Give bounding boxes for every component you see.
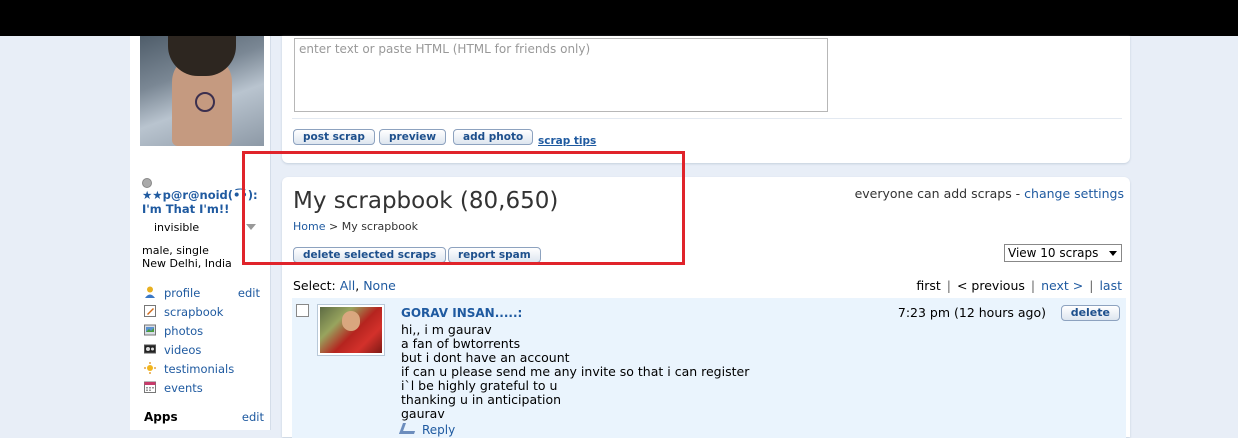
gender-status: male, single <box>142 244 209 257</box>
select-all-link[interactable]: All <box>340 278 356 293</box>
author-photo-face <box>342 311 360 331</box>
pager-previous: < previous <box>956 278 1025 293</box>
change-settings-link[interactable]: change settings <box>1024 186 1124 201</box>
breadcrumb-current: My scrapbook <box>341 220 419 233</box>
sidebar-item-profile[interactable]: profile edit <box>142 284 266 303</box>
view-count-value: View 10 scraps <box>1008 246 1099 260</box>
sidebar-item-scrapbook[interactable]: scrapbook <box>142 303 266 322</box>
status-dot-icon <box>142 178 152 188</box>
sidebar-item-videos[interactable]: videos <box>142 341 266 360</box>
compose-divider <box>292 118 1122 119</box>
sidebar-item-label[interactable]: photos <box>164 324 203 338</box>
report-spam-button[interactable]: report spam <box>448 247 541 263</box>
scrap-textarea[interactable]: enter text or paste HTML (HTML for frien… <box>294 38 828 112</box>
post-scrap-button[interactable]: post scrap <box>293 129 375 145</box>
scrap-line: gaurav <box>401 406 445 421</box>
video-icon <box>144 344 156 354</box>
sidebar-item-label[interactable]: testimonials <box>164 362 234 376</box>
pager-divider: | <box>946 278 951 293</box>
author-avatar[interactable] <box>317 304 385 356</box>
view-count-select[interactable]: View 10 scraps <box>1004 244 1122 262</box>
person-icon <box>145 286 155 298</box>
sidebar-item-photos[interactable]: photos <box>142 322 266 341</box>
scrap-compose-panel: enter text or paste HTML (HTML for frien… <box>282 36 1130 163</box>
top-black-bar <box>0 0 1238 36</box>
sidebar-item-label[interactable]: videos <box>164 343 201 357</box>
calendar-icon <box>144 381 156 393</box>
sidebar-item-testimonials[interactable]: testimonials <box>142 360 266 379</box>
preview-button[interactable]: preview <box>379 129 447 145</box>
scrap-tips-link[interactable]: scrap tips <box>538 135 596 147</box>
settings-text: everyone can add scraps - <box>854 186 1025 201</box>
sidebar-item-label[interactable]: scrapbook <box>164 305 223 319</box>
chevron-down-icon[interactable] <box>246 224 256 230</box>
sidebar-item-label[interactable]: profile <box>164 286 200 300</box>
profile-name[interactable]: ★★p@r@noid(•͡•): I'm That I'm!! <box>142 188 266 216</box>
pager-last[interactable]: last <box>1099 278 1122 293</box>
apps-heading: Apps <box>144 410 178 424</box>
scrap-line: thanking u in anticipation <box>401 392 562 407</box>
scrapbook-panel: My scrapbook (80,650) everyone can add s… <box>282 177 1130 438</box>
scrap-line: hi,, i m gaurav <box>401 322 492 337</box>
scrap-settings: everyone can add scraps - change setting… <box>855 186 1124 201</box>
sun-icon <box>144 362 156 374</box>
scrap-timestamp: 7:23 pm (12 hours ago) <box>897 305 1046 320</box>
presence-status[interactable]: invisible <box>154 221 199 234</box>
delete-selected-button[interactable]: delete selected scraps <box>293 247 447 263</box>
scrap-body: hi,, i m gaurav a fan of bwtorrents but … <box>401 323 749 421</box>
left-sidebar: ★★p@r@noid(•͡•): I'm That I'm!! invisibl… <box>130 36 271 430</box>
scrap-checkbox[interactable] <box>296 304 309 317</box>
scrap-line: but i dont have an account <box>401 350 570 365</box>
scrap-line: a fan of bwtorrents <box>401 336 521 351</box>
pager-next[interactable]: next > <box>1041 278 1083 293</box>
profile-demographics: male, single New Delhi, India <box>142 244 232 270</box>
scrap-line: i`l be highly grateful to u <box>401 378 558 393</box>
select-separator: , <box>355 278 364 293</box>
select-controls: Select: All, None <box>293 278 396 293</box>
photo-tattoo <box>195 92 215 112</box>
reply-label: Reply <box>422 423 456 437</box>
profile-photo[interactable] <box>140 36 264 146</box>
chevron-down-icon <box>1109 251 1117 256</box>
pagination: first | < previous | next > | last <box>916 278 1122 293</box>
sidebar-item-label[interactable]: events <box>164 381 203 395</box>
delete-scrap-button[interactable]: delete <box>1060 305 1120 321</box>
edit-profile-link[interactable]: edit <box>238 286 260 300</box>
reply-link[interactable]: Reply <box>398 423 456 437</box>
profile-nav: profile edit scrapbook photos videos tes… <box>142 284 266 398</box>
pager-divider: | <box>1089 278 1094 293</box>
edit-apps-link[interactable]: edit <box>242 410 264 424</box>
scrap-item: GORAV INSAN.....: 7:23 pm (12 hours ago)… <box>292 298 1126 438</box>
select-label: Select: <box>293 278 340 293</box>
location: New Delhi, India <box>142 257 232 270</box>
scrap-line: if can u please send me any invite so th… <box>401 364 750 379</box>
camera-icon <box>144 324 156 336</box>
pencil-icon <box>144 305 156 317</box>
reply-arrow-icon <box>398 423 419 434</box>
breadcrumb-separator: > <box>325 220 342 233</box>
page-title: My scrapbook (80,650) <box>293 188 559 214</box>
scrap-author-link[interactable]: GORAV INSAN.....: <box>401 306 522 320</box>
breadcrumb-home[interactable]: Home <box>293 220 325 233</box>
breadcrumb: Home > My scrapbook <box>293 220 418 233</box>
add-photo-button[interactable]: add photo <box>453 129 534 145</box>
sidebar-item-events[interactable]: events <box>142 379 266 398</box>
select-none-link[interactable]: None <box>363 278 396 293</box>
pager-divider: | <box>1030 278 1036 293</box>
author-photo <box>320 307 382 353</box>
pager-first: first <box>916 278 941 293</box>
